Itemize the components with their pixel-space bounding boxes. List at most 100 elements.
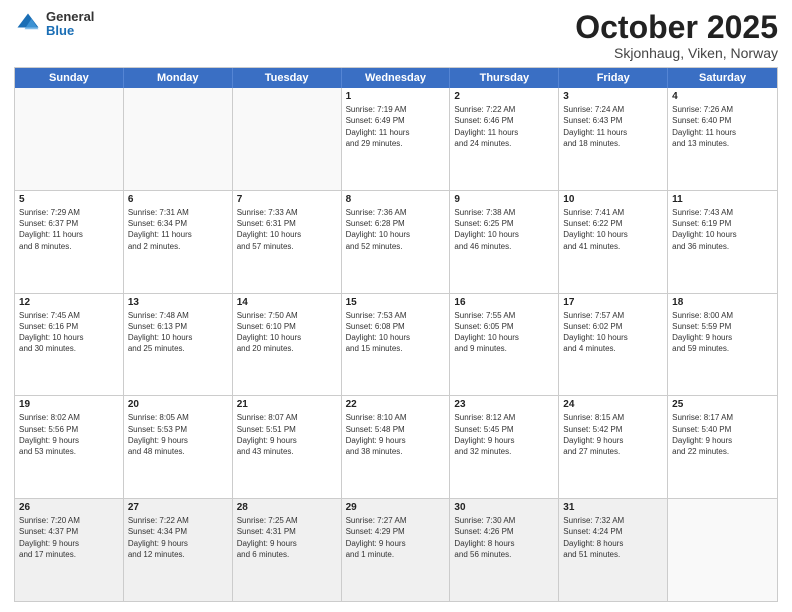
day-number: 18 <box>672 297 773 308</box>
day-number: 5 <box>19 194 119 205</box>
cell-info: Sunrise: 7:53 AM Sunset: 6:08 PM Dayligh… <box>346 310 446 355</box>
day-header-wednesday: Wednesday <box>342 68 451 88</box>
day-header-thursday: Thursday <box>450 68 559 88</box>
month-title: October 2025 <box>575 10 778 45</box>
cell-info: Sunrise: 7:38 AM Sunset: 6:25 PM Dayligh… <box>454 207 554 252</box>
calendar-cell: 25Sunrise: 8:17 AM Sunset: 5:40 PM Dayli… <box>668 396 777 498</box>
day-number: 30 <box>454 502 554 513</box>
calendar-body: 1 Sunrise: 7:19 AM Sunset: 6:49 PM Daylig… <box>15 88 777 601</box>
day-number: 7 <box>237 194 337 205</box>
day-number: 27 <box>128 502 228 513</box>
day-number: 21 <box>237 399 337 410</box>
logo: General Blue <box>14 10 94 39</box>
cell-info: Sunrise: 7:27 AM Sunset: 4:29 PM Dayligh… <box>346 515 446 560</box>
cell-info: Sunrise: 7:29 AM Sunset: 6:37 PM Dayligh… <box>19 207 119 252</box>
day-number: 25 <box>672 399 773 410</box>
cell-info: Sunrise: 7:22 AM Sunset: 6:46 PM Dayligh… <box>454 104 554 149</box>
calendar-cell: 9 Sunrise: 7:38 AM Sunset: 6:25 PM Daylig… <box>450 191 559 293</box>
day-number: 26 <box>19 502 119 513</box>
calendar-cell: 8 Sunrise: 7:36 AM Sunset: 6:28 PM Daylig… <box>342 191 451 293</box>
day-number: 24 <box>563 399 663 410</box>
header: General Blue October 2025 Skjonhaug, Vik… <box>14 10 778 61</box>
calendar-cell: 19 Sunrise: 8:02 AM Sunset: 5:56 PM Dayli… <box>15 396 124 498</box>
cell-info: Sunrise: 7:45 AM Sunset: 6:16 PM Dayligh… <box>19 310 119 355</box>
calendar-cell: 28 Sunrise: 7:25 AM Sunset: 4:31 PM Dayli… <box>233 499 342 601</box>
day-number: 20 <box>128 399 228 410</box>
calendar: SundayMondayTuesdayWednesdayThursdayFrid… <box>14 67 778 602</box>
calendar-cell: 23Sunrise: 8:12 AM Sunset: 5:45 PM Dayli… <box>450 396 559 498</box>
calendar-cell: 27Sunrise: 7:22 AM Sunset: 4:34 PM Dayli… <box>124 499 233 601</box>
day-number: 14 <box>237 297 337 308</box>
cell-info: Sunrise: 8:05 AM Sunset: 5:53 PM Dayligh… <box>128 412 228 457</box>
calendar-cell <box>124 88 233 190</box>
cell-info: Sunrise: 8:15 AM Sunset: 5:42 PM Dayligh… <box>563 412 663 457</box>
calendar-cell: 5 Sunrise: 7:29 AM Sunset: 6:37 PM Daylig… <box>15 191 124 293</box>
calendar-cell: 18 Sunrise: 8:00 AM Sunset: 5:59 PM Dayli… <box>668 294 777 396</box>
day-number: 29 <box>346 502 446 513</box>
calendar-cell: 2 Sunrise: 7:22 AM Sunset: 6:46 PM Daylig… <box>450 88 559 190</box>
calendar-cell: 26Sunrise: 7:20 AM Sunset: 4:37 PM Dayli… <box>15 499 124 601</box>
cell-info: Sunrise: 8:02 AM Sunset: 5:56 PM Dayligh… <box>19 412 119 457</box>
day-header-monday: Monday <box>124 68 233 88</box>
cell-info: Sunrise: 8:07 AM Sunset: 5:51 PM Dayligh… <box>237 412 337 457</box>
title-block: October 2025 Skjonhaug, Viken, Norway <box>575 10 778 61</box>
calendar-cell: 29 Sunrise: 7:27 AM Sunset: 4:29 PM Dayli… <box>342 499 451 601</box>
day-number: 3 <box>563 91 663 102</box>
day-header-saturday: Saturday <box>668 68 777 88</box>
day-number: 22 <box>346 399 446 410</box>
calendar-cell: 22 Sunrise: 8:10 AM Sunset: 5:48 PM Dayli… <box>342 396 451 498</box>
day-number: 17 <box>563 297 663 308</box>
calendar-cell: 7 Sunrise: 7:33 AM Sunset: 6:31 PM Daylig… <box>233 191 342 293</box>
calendar-row-5: 26Sunrise: 7:20 AM Sunset: 4:37 PM Dayli… <box>15 498 777 601</box>
calendar-header: SundayMondayTuesdayWednesdayThursdayFrid… <box>15 68 777 88</box>
calendar-cell <box>15 88 124 190</box>
day-number: 19 <box>19 399 119 410</box>
calendar-cell: 24 Sunrise: 8:15 AM Sunset: 5:42 PM Dayli… <box>559 396 668 498</box>
calendar-cell: 21 Sunrise: 8:07 AM Sunset: 5:51 PM Dayli… <box>233 396 342 498</box>
day-number: 11 <box>672 194 773 205</box>
calendar-row-3: 12Sunrise: 7:45 AM Sunset: 6:16 PM Dayli… <box>15 293 777 396</box>
day-number: 15 <box>346 297 446 308</box>
calendar-row-1: 1 Sunrise: 7:19 AM Sunset: 6:49 PM Daylig… <box>15 88 777 190</box>
calendar-cell: 10Sunrise: 7:41 AM Sunset: 6:22 PM Dayli… <box>559 191 668 293</box>
cell-info: Sunrise: 7:26 AM Sunset: 6:40 PM Dayligh… <box>672 104 773 149</box>
cell-info: Sunrise: 7:57 AM Sunset: 6:02 PM Dayligh… <box>563 310 663 355</box>
calendar-cell: 16 Sunrise: 7:55 AM Sunset: 6:05 PM Dayli… <box>450 294 559 396</box>
cell-info: Sunrise: 7:55 AM Sunset: 6:05 PM Dayligh… <box>454 310 554 355</box>
calendar-cell: 31 Sunrise: 7:32 AM Sunset: 4:24 PM Dayli… <box>559 499 668 601</box>
calendar-cell: 13 Sunrise: 7:48 AM Sunset: 6:13 PM Dayli… <box>124 294 233 396</box>
cell-info: Sunrise: 7:50 AM Sunset: 6:10 PM Dayligh… <box>237 310 337 355</box>
day-number: 2 <box>454 91 554 102</box>
day-number: 23 <box>454 399 554 410</box>
day-number: 28 <box>237 502 337 513</box>
day-number: 31 <box>563 502 663 513</box>
cell-info: Sunrise: 8:00 AM Sunset: 5:59 PM Dayligh… <box>672 310 773 355</box>
location-subtitle: Skjonhaug, Viken, Norway <box>575 45 778 61</box>
cell-info: Sunrise: 7:48 AM Sunset: 6:13 PM Dayligh… <box>128 310 228 355</box>
day-number: 10 <box>563 194 663 205</box>
day-number: 13 <box>128 297 228 308</box>
calendar-cell: 1 Sunrise: 7:19 AM Sunset: 6:49 PM Daylig… <box>342 88 451 190</box>
day-number: 1 <box>346 91 446 102</box>
day-header-tuesday: Tuesday <box>233 68 342 88</box>
calendar-cell <box>233 88 342 190</box>
calendar-row-4: 19 Sunrise: 8:02 AM Sunset: 5:56 PM Dayli… <box>15 395 777 498</box>
cell-info: Sunrise: 8:10 AM Sunset: 5:48 PM Dayligh… <box>346 412 446 457</box>
calendar-cell: 6 Sunrise: 7:31 AM Sunset: 6:34 PM Daylig… <box>124 191 233 293</box>
calendar-cell: 14 Sunrise: 7:50 AM Sunset: 6:10 PM Dayli… <box>233 294 342 396</box>
day-number: 16 <box>454 297 554 308</box>
day-number: 6 <box>128 194 228 205</box>
calendar-cell: 11Sunrise: 7:43 AM Sunset: 6:19 PM Dayli… <box>668 191 777 293</box>
calendar-cell: 12Sunrise: 7:45 AM Sunset: 6:16 PM Dayli… <box>15 294 124 396</box>
cell-info: Sunrise: 7:19 AM Sunset: 6:49 PM Dayligh… <box>346 104 446 149</box>
calendar-cell <box>668 499 777 601</box>
day-number: 9 <box>454 194 554 205</box>
page: General Blue October 2025 Skjonhaug, Vik… <box>0 0 792 612</box>
day-number: 8 <box>346 194 446 205</box>
cell-info: Sunrise: 7:36 AM Sunset: 6:28 PM Dayligh… <box>346 207 446 252</box>
cell-info: Sunrise: 7:33 AM Sunset: 6:31 PM Dayligh… <box>237 207 337 252</box>
calendar-row-2: 5 Sunrise: 7:29 AM Sunset: 6:37 PM Daylig… <box>15 190 777 293</box>
cell-info: Sunrise: 7:32 AM Sunset: 4:24 PM Dayligh… <box>563 515 663 560</box>
cell-info: Sunrise: 7:25 AM Sunset: 4:31 PM Dayligh… <box>237 515 337 560</box>
cell-info: Sunrise: 7:31 AM Sunset: 6:34 PM Dayligh… <box>128 207 228 252</box>
